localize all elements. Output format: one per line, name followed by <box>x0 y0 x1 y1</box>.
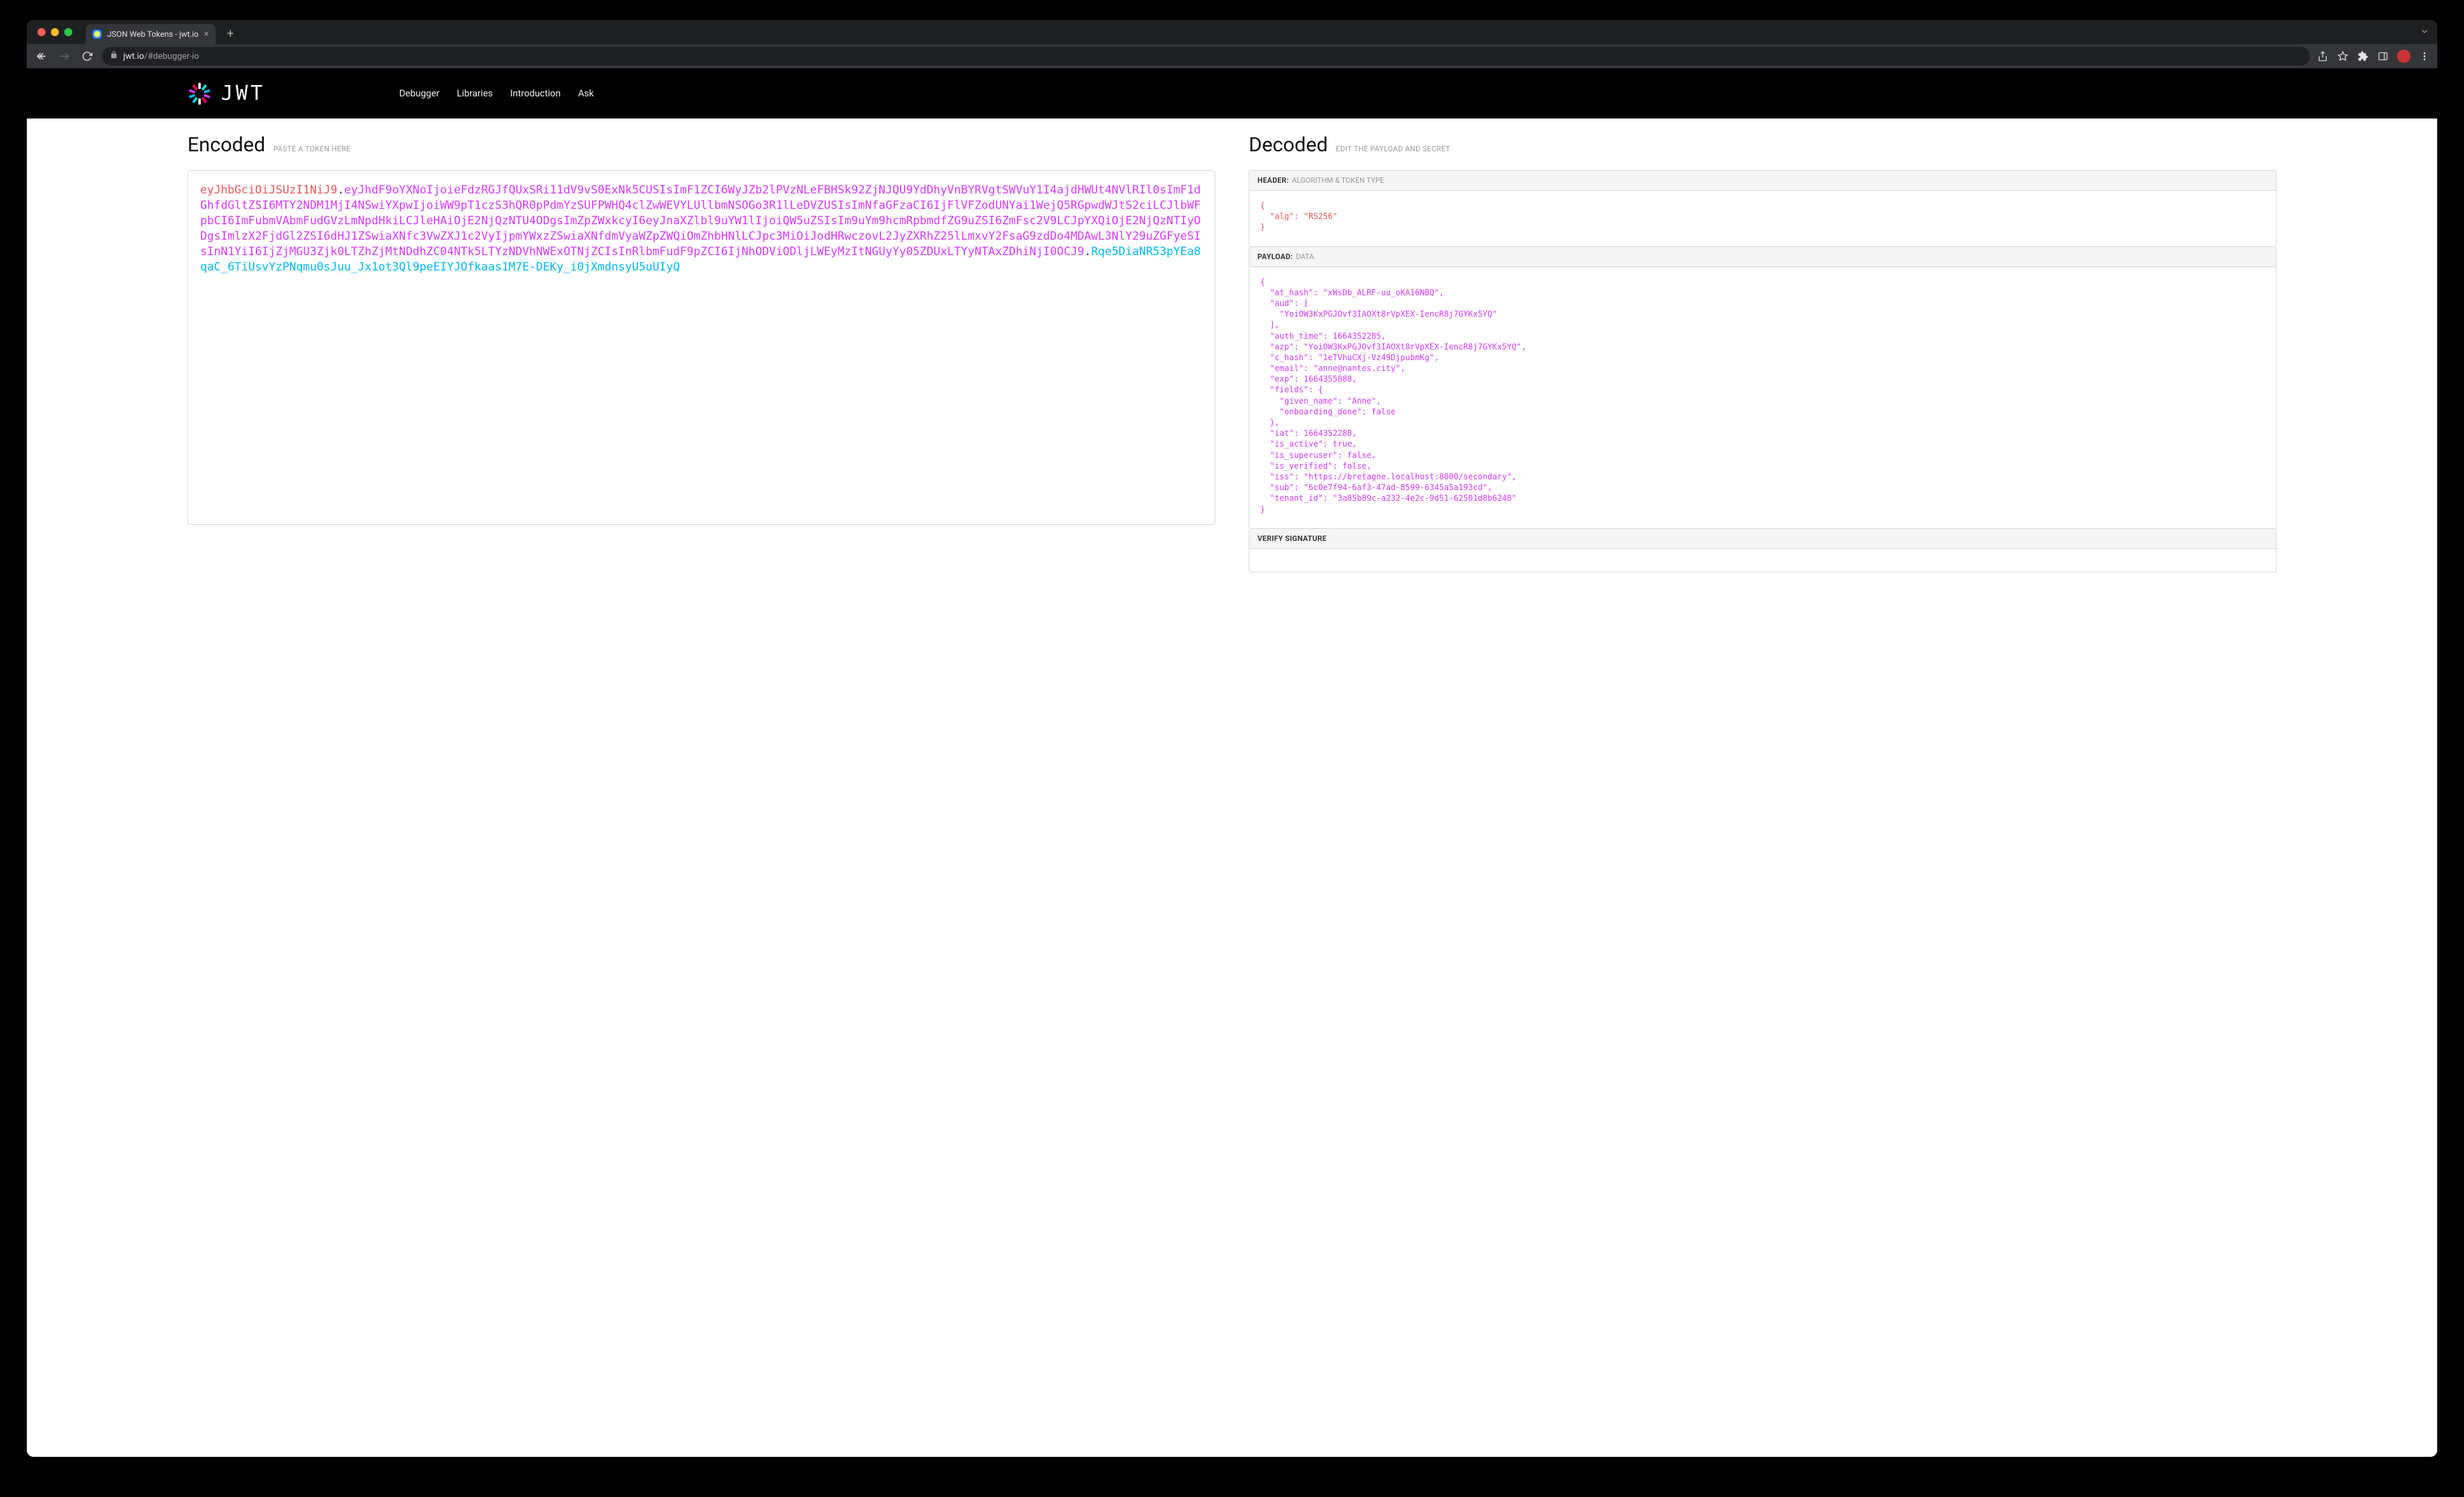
url-actions <box>2317 50 2431 63</box>
nav-libraries[interactable]: Libraries <box>457 88 493 99</box>
tab-favicon <box>92 29 102 39</box>
url-host: jwt.io <box>123 52 144 62</box>
payload-json-editor[interactable]: { "at_hash": "xWsDb_ALRF-uu_oKA16NBQ", "… <box>1249 267 2276 528</box>
encoded-dot: . <box>1084 245 1091 258</box>
url-path: /#debugger-io <box>144 52 199 62</box>
lock-icon <box>110 51 118 62</box>
page: JWT Debugger Libraries Introduction Ask … <box>27 68 2437 1457</box>
logo-icon <box>187 82 212 106</box>
menu-icon[interactable] <box>2418 50 2431 62</box>
header-section-label: HEADER: <box>1257 176 1289 185</box>
url-input[interactable]: jwt.io/#debugger-io <box>102 47 2310 66</box>
browser-tabs: JSON Web Tokens - jwt.io × + <box>27 20 2437 44</box>
content: Encoded PASTE A TOKEN HERE eyJhbGciOiJSU… <box>27 119 2437 1457</box>
site-nav: Debugger Libraries Introduction Ask <box>399 88 594 99</box>
encoded-column: Encoded PASTE A TOKEN HERE eyJhbGciOiJSU… <box>187 133 1215 1457</box>
payload-section-sublabel: DATA <box>1296 252 1314 261</box>
encoded-subtitle: PASTE A TOKEN HERE <box>273 145 350 153</box>
encoded-dot: . <box>337 183 344 197</box>
browser-tab[interactable]: JSON Web Tokens - jwt.io × <box>86 24 216 44</box>
window-controls <box>32 28 78 36</box>
bookmark-star-icon[interactable] <box>2337 50 2349 62</box>
address-bar: jwt.io/#debugger-io <box>27 44 2437 68</box>
nav-debugger[interactable]: Debugger <box>399 88 439 99</box>
forward-button[interactable] <box>56 48 72 64</box>
window-maximize-button[interactable] <box>64 28 72 36</box>
decoded-column: Decoded EDIT THE PAYLOAD AND SECRET HEAD… <box>1249 133 2277 1457</box>
profile-avatar[interactable] <box>2397 50 2410 63</box>
extensions-icon[interactable] <box>2357 50 2369 62</box>
payload-section: PAYLOAD: DATA { "at_hash": "xWsDb_ALRF-u… <box>1249 246 2277 529</box>
share-icon[interactable] <box>2317 50 2329 62</box>
nav-ask[interactable]: Ask <box>578 88 593 99</box>
header-section-sublabel: ALGORITHM & TOKEN TYPE <box>1292 176 1384 185</box>
back-button[interactable] <box>33 48 50 64</box>
encoded-header: Encoded PASTE A TOKEN HERE <box>187 133 1215 157</box>
encoded-title: Encoded <box>187 133 265 157</box>
site-logo[interactable]: JWT <box>187 82 265 106</box>
payload-section-label: PAYLOAD: <box>1257 252 1293 261</box>
encoded-payload-segment: eyJhdF9oYXNoIjoieFdzRGJfQUxSRi11dV9vS0Ex… <box>200 183 1201 258</box>
verify-signature-editor[interactable] <box>1249 549 2276 572</box>
encoded-token-input[interactable]: eyJhbGciOiJSUzI1NiJ9.eyJhdF9oYXNoIjoieFd… <box>187 170 1215 525</box>
decoded-subtitle: EDIT THE PAYLOAD AND SECRET <box>1336 145 1450 153</box>
browser-window: JSON Web Tokens - jwt.io × + jwt.io/#deb… <box>27 20 2437 1457</box>
site-header: JWT Debugger Libraries Introduction Ask <box>27 68 2437 119</box>
decoded-boxes: HEADER: ALGORITHM & TOKEN TYPE { "alg": … <box>1249 170 2277 572</box>
verify-section-head: VERIFY SIGNATURE <box>1249 529 2276 549</box>
logo-text: JWT <box>221 82 265 105</box>
header-section-head: HEADER: ALGORITHM & TOKEN TYPE <box>1249 171 2276 191</box>
payload-section-head: PAYLOAD: DATA <box>1249 247 2276 267</box>
window-minimize-button[interactable] <box>51 28 59 36</box>
decoded-title: Decoded <box>1249 133 1328 157</box>
tab-title: JSON Web Tokens - jwt.io <box>107 29 198 39</box>
verify-signature-section: VERIFY SIGNATURE <box>1249 528 2277 572</box>
encoded-header-segment: eyJhbGciOiJSUzI1NiJ9 <box>200 183 337 197</box>
tab-close-icon[interactable]: × <box>204 29 208 40</box>
tab-dropdown-icon[interactable] <box>2420 26 2429 39</box>
header-json-editor[interactable]: { "alg": "RS256" } <box>1249 191 2276 246</box>
new-tab-button[interactable]: + <box>222 25 238 42</box>
window-close-button[interactable] <box>37 28 46 36</box>
header-section: HEADER: ALGORITHM & TOKEN TYPE { "alg": … <box>1249 170 2277 247</box>
verify-section-label: VERIFY SIGNATURE <box>1257 534 1326 543</box>
decoded-header: Decoded EDIT THE PAYLOAD AND SECRET <box>1249 133 2277 157</box>
reload-button[interactable] <box>79 48 95 64</box>
nav-introduction[interactable]: Introduction <box>510 88 560 99</box>
side-panel-icon[interactable] <box>2377 50 2389 62</box>
